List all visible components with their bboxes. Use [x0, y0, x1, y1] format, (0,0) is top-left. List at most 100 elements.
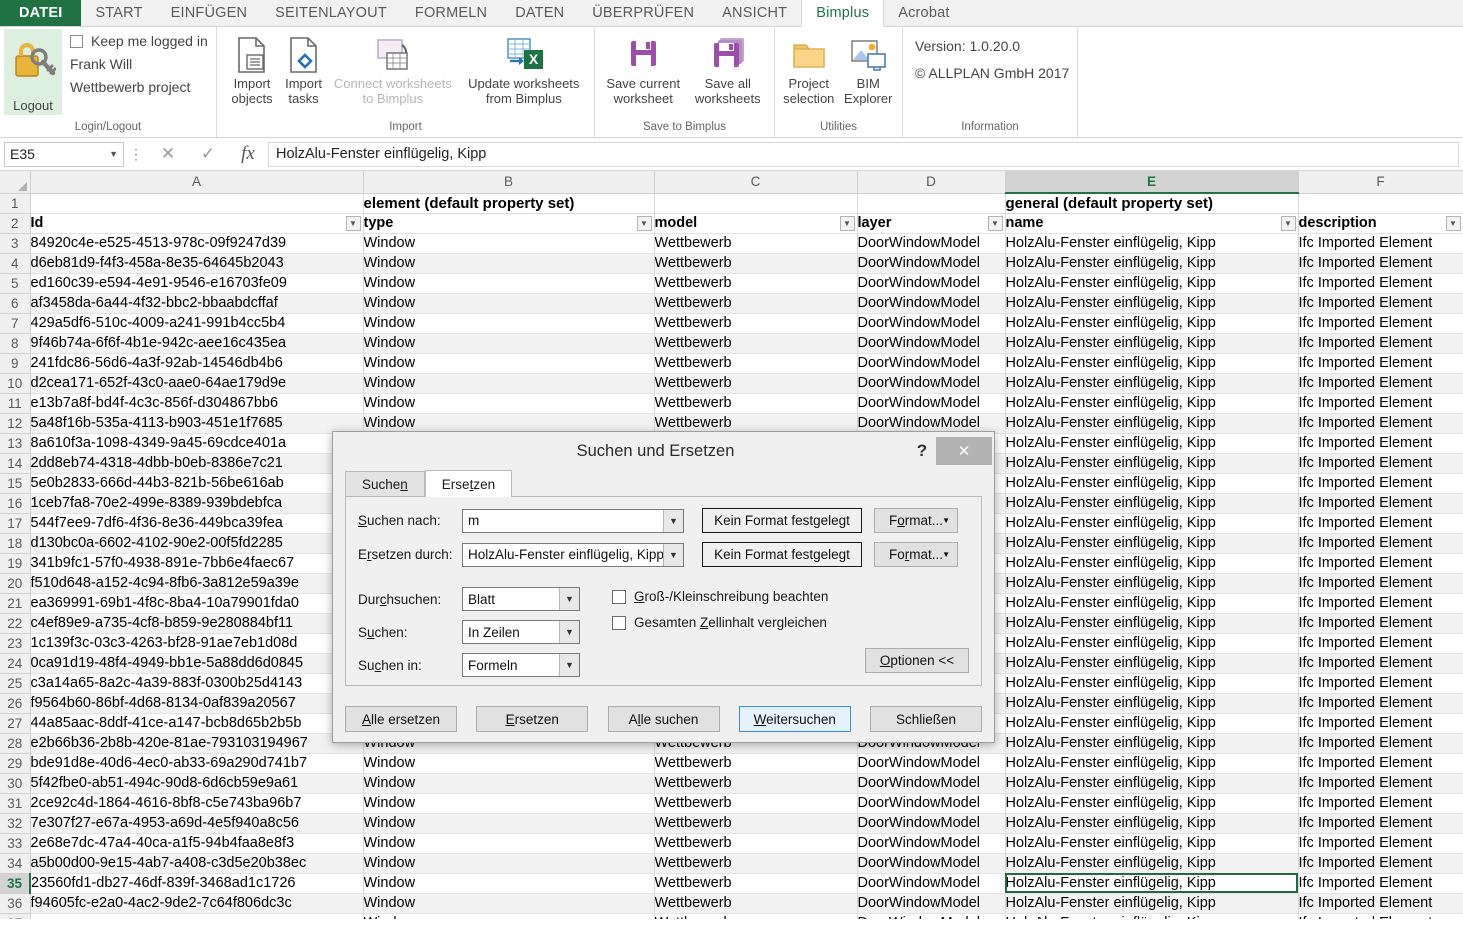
cell-c31[interactable]: Wettbewerb [654, 793, 857, 813]
row-header[interactable]: 34 [0, 853, 30, 873]
cell-a7[interactable]: 429a5df6-510c-4009-a241-991b4cc5b4 [30, 313, 363, 333]
cell-a9[interactable]: 241fdc86-56d6-4a3f-92ab-14546db4b6 [30, 353, 363, 373]
close-button[interactable]: Schließen [870, 706, 982, 732]
confirm-check-icon[interactable]: ✓ [188, 144, 228, 164]
cell-d34[interactable]: DoorWindowModel [857, 853, 1005, 873]
find-format-button[interactable]: Format...▼ [874, 508, 958, 533]
cell-f16[interactable]: Ifc Imported Element [1298, 493, 1463, 513]
fx-icon[interactable]: fx [228, 143, 268, 165]
cell-b31[interactable]: Window [363, 793, 654, 813]
cell-c1[interactable] [654, 193, 857, 213]
cell-f29[interactable]: Ifc Imported Element [1298, 753, 1463, 773]
row-header[interactable]: 20 [0, 573, 30, 593]
row-header[interactable]: 30 [0, 773, 30, 793]
cell-e32[interactable]: HolzAlu-Fenster einflügelig, Kipp [1005, 813, 1298, 833]
tab-daten[interactable]: DATEN [501, 0, 578, 26]
cancel-x-icon[interactable]: ✕ [148, 144, 188, 164]
cell-a16[interactable]: 1ceb7fa8-70e2-499e-8389-939bdebfca [30, 493, 363, 513]
cell-d3[interactable]: DoorWindowModel [857, 233, 1005, 253]
cell-b3[interactable]: Window [363, 233, 654, 253]
cell-f32[interactable]: Ifc Imported Element [1298, 813, 1463, 833]
cell-f13[interactable]: Ifc Imported Element [1298, 433, 1463, 453]
tab-datei[interactable]: DATEI [0, 0, 81, 26]
filter-arrow-c[interactable]: ▼ [840, 216, 855, 231]
cell-d11[interactable]: DoorWindowModel [857, 393, 1005, 413]
cell-e5[interactable]: HolzAlu-Fenster einflügelig, Kipp [1005, 273, 1298, 293]
cell-f9[interactable]: Ifc Imported Element [1298, 353, 1463, 373]
row-header[interactable]: 15 [0, 473, 30, 493]
row-header[interactable]: 11 [0, 393, 30, 413]
cell-a22[interactable]: c4ef89e9-a735-4cf8-b859-9e280884bf11 [30, 613, 363, 633]
cell-a33[interactable]: 2e68e7dc-47a4-40ca-a1f5-94b4faa8e8f3 [30, 833, 363, 853]
cell-f2[interactable]: description▼ [1298, 213, 1463, 233]
cell-c12[interactable]: Wettbewerb [654, 413, 857, 433]
cell-b32[interactable]: Window [363, 813, 654, 833]
import-tasks-button[interactable]: Importtasks [279, 31, 328, 106]
cell-f19[interactable]: Ifc Imported Element [1298, 553, 1463, 573]
column-header-c[interactable]: C [654, 171, 857, 193]
row-header[interactable]: 3 [0, 233, 30, 253]
cell-a31[interactable]: 2ce92c4d-1864-4616-8bf8-c5e743ba96b7 [30, 793, 363, 813]
cell-f27[interactable]: Ifc Imported Element [1298, 713, 1463, 733]
cell-f31[interactable]: Ifc Imported Element [1298, 793, 1463, 813]
cell-e30[interactable]: HolzAlu-Fenster einflügelig, Kipp [1005, 773, 1298, 793]
cell-f20[interactable]: Ifc Imported Element [1298, 573, 1463, 593]
cell-c5[interactable]: Wettbewerb [654, 273, 857, 293]
cell-e25[interactable]: HolzAlu-Fenster einflügelig, Kipp [1005, 673, 1298, 693]
cell-c9[interactable]: Wettbewerb [654, 353, 857, 373]
cell-a25[interactable]: c3a14a65-8a2c-4a39-883f-0300b25d4143 [30, 673, 363, 693]
cell-e4[interactable]: HolzAlu-Fenster einflügelig, Kipp [1005, 253, 1298, 273]
cell-c11[interactable]: Wettbewerb [654, 393, 857, 413]
cell-f23[interactable]: Ifc Imported Element [1298, 633, 1463, 653]
cell-e15[interactable]: HolzAlu-Fenster einflügelig, Kipp [1005, 473, 1298, 493]
row-header[interactable]: 33 [0, 833, 30, 853]
filter-arrow-f[interactable]: ▼ [1446, 216, 1461, 231]
row-header[interactable]: 27 [0, 713, 30, 733]
keep-logged-in-row[interactable]: Keep me logged in [70, 33, 208, 49]
cell-d8[interactable]: DoorWindowModel [857, 333, 1005, 353]
find-next-button[interactable]: Weitersuchen [739, 706, 851, 732]
cell-f14[interactable]: Ifc Imported Element [1298, 453, 1463, 473]
logout-button[interactable]: Logout [4, 29, 62, 115]
tab-formeln[interactable]: FORMELN [401, 0, 501, 26]
cell-e13[interactable]: HolzAlu-Fenster einflügelig, Kipp [1005, 433, 1298, 453]
cell-b30[interactable]: Window [363, 773, 654, 793]
cell-f4[interactable]: Ifc Imported Element [1298, 253, 1463, 273]
cell-f33[interactable]: Ifc Imported Element [1298, 833, 1463, 853]
tab-seitenlayout[interactable]: SEITENLAYOUT [261, 0, 401, 26]
cell-e17[interactable]: HolzAlu-Fenster einflügelig, Kipp [1005, 513, 1298, 533]
cell-a17[interactable]: 544f7ee9-7df6-4f36-8e36-449bca39fea [30, 513, 363, 533]
cell-a15[interactable]: 5e0b2833-666d-44b3-821b-56be616ab [30, 473, 363, 493]
cell-e36[interactable]: HolzAlu-Fenster einflügelig, Kipp [1005, 893, 1298, 913]
cell-d2[interactable]: layer▼ [857, 213, 1005, 233]
cell-d1[interactable] [857, 193, 1005, 213]
cell-c4[interactable]: Wettbewerb [654, 253, 857, 273]
cell-a13[interactable]: 8a610f3a-1098-4349-9a45-69cdce401a [30, 433, 363, 453]
cell-a6[interactable]: af3458da-6a44-4f32-bbc2-bbaabdcffaf [30, 293, 363, 313]
cell-b10[interactable]: Window [363, 373, 654, 393]
lookin-chevron-down-icon[interactable]: ▼ [559, 654, 579, 676]
row-header[interactable]: 28 [0, 733, 30, 753]
cell-a8[interactable]: 9f46b74a-6f6f-4b1e-942c-aee16c435ea [30, 333, 363, 353]
within-chevron-down-icon[interactable]: ▼ [559, 588, 579, 610]
replace-format-button[interactable]: Format...▼ [874, 542, 958, 567]
cell-a34[interactable]: a5b00d00-9e15-4ab7-a408-c3d5e20b38ec [30, 853, 363, 873]
cell-e8[interactable]: HolzAlu-Fenster einflügelig, Kipp [1005, 333, 1298, 353]
cell-f7[interactable]: Ifc Imported Element [1298, 313, 1463, 333]
cell-b37[interactable]: Window [363, 913, 654, 919]
cell-b9[interactable]: Window [363, 353, 654, 373]
cell-d37[interactable]: DoorWindowModel [857, 913, 1005, 919]
search-combo[interactable]: In Zeilen ▼ [462, 620, 580, 644]
tab-ueberpruefen[interactable]: ÜBERPRÜFEN [578, 0, 708, 26]
cell-c7[interactable]: Wettbewerb [654, 313, 857, 333]
cell-e21[interactable]: HolzAlu-Fenster einflügelig, Kipp [1005, 593, 1298, 613]
row-header[interactable]: 31 [0, 793, 30, 813]
column-header-e[interactable]: E [1005, 171, 1298, 193]
cell-e22[interactable]: HolzAlu-Fenster einflügelig, Kipp [1005, 613, 1298, 633]
tab-acrobat[interactable]: Acrobat [884, 0, 963, 26]
cell-a30[interactable]: 5f42fbe0-ab51-494c-90d8-6d6cb59e9a61 [30, 773, 363, 793]
name-box[interactable]: E35 ▼ [4, 142, 124, 167]
cell-d29[interactable]: DoorWindowModel [857, 753, 1005, 773]
row-header[interactable]: 5 [0, 273, 30, 293]
cell-f1[interactable] [1298, 193, 1463, 213]
